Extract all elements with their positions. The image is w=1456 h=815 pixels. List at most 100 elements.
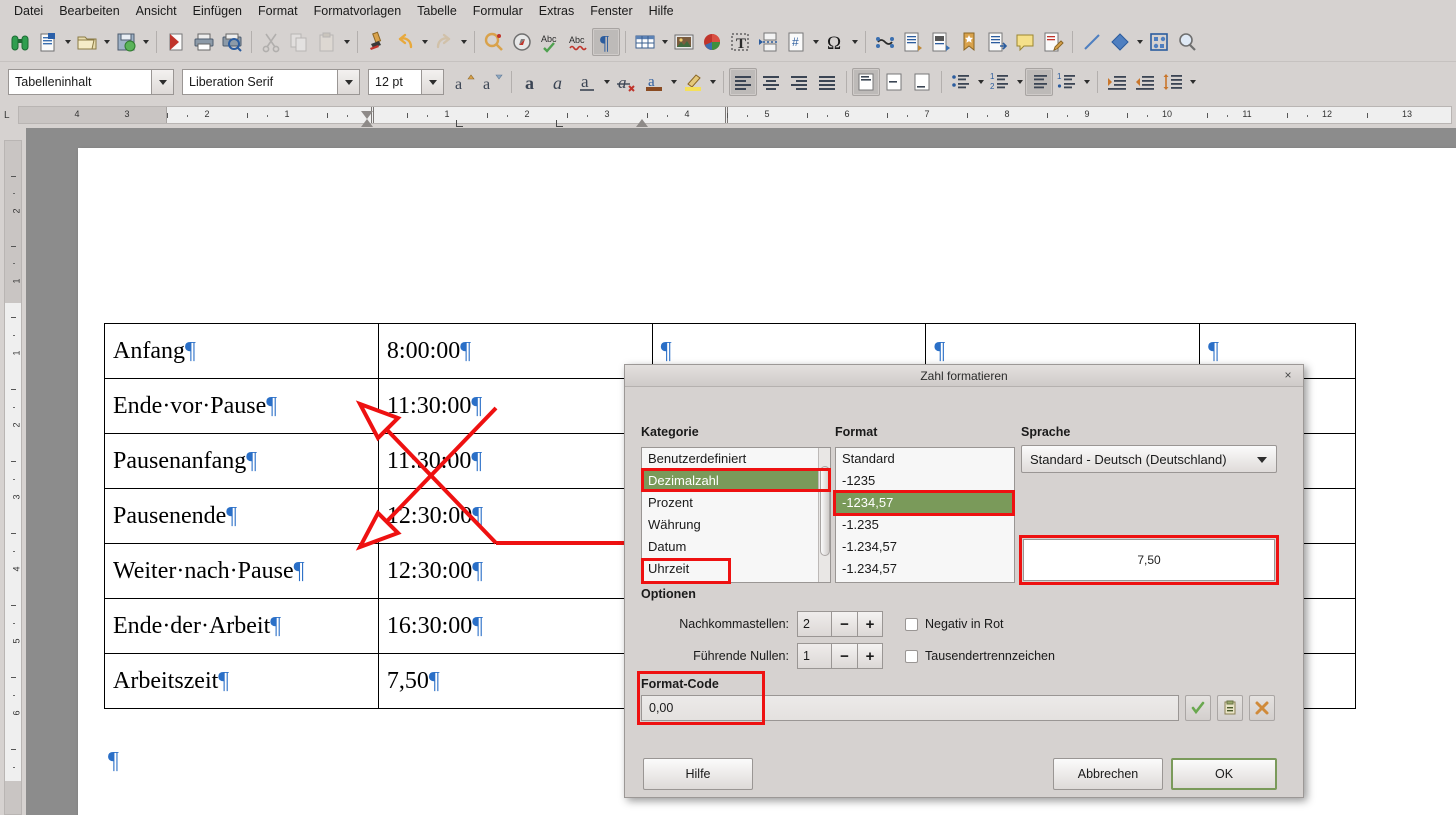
table-cell-label[interactable]: Ende·der·Arbeit¶ (105, 599, 379, 654)
first-line-indent-marker[interactable] (361, 111, 373, 119)
save-dropdown-arrow[interactable] (140, 28, 151, 56)
table-cell-label[interactable]: Weiter·nach·Pause¶ (105, 544, 379, 599)
font-color-icon[interactable]: a (640, 68, 668, 96)
redo-dropdown-arrow[interactable] (458, 28, 469, 56)
add-format-icon[interactable] (1217, 695, 1243, 721)
special-character-icon[interactable]: Ω (821, 28, 849, 56)
horizontal-ruler-track[interactable]: 4 3 2 1 1 2 3 4 5 6 7 8 9 10 11 12 13 (18, 106, 1452, 124)
menu-tabelle[interactable]: Tabelle (409, 2, 465, 20)
fuehrende-nullen-input[interactable]: 1 (797, 643, 831, 669)
align-left-icon[interactable] (729, 68, 757, 96)
insert-image-icon[interactable] (670, 28, 698, 56)
cut-icon[interactable] (257, 28, 285, 56)
abbrechen-button[interactable]: Abbrechen (1053, 758, 1163, 790)
fuehrende-nullen-increment-button[interactable]: + (857, 643, 883, 669)
ordered-list-icon[interactable]: 1 2 (986, 68, 1014, 96)
font-name-dropdown-arrow[interactable] (337, 70, 359, 94)
nachkommastellen-increment-button[interactable]: + (857, 611, 883, 637)
tab-stop-selector[interactable]: L (4, 110, 10, 121)
page-break-icon[interactable] (754, 28, 782, 56)
formatting-marks-icon[interactable]: ¶ (592, 28, 620, 56)
menu-hilfe[interactable]: Hilfe (641, 2, 682, 20)
table-cell-label[interactable]: Pausenanfang¶ (105, 434, 379, 489)
insert-hyperlink-icon[interactable] (871, 28, 899, 56)
kategorie-item-datum[interactable]: Datum (642, 536, 818, 558)
table-cell-label[interactable]: Arbeitszeit¶ (105, 654, 379, 709)
fuehrende-nullen-decrement-button[interactable]: − (831, 643, 857, 669)
align-top-icon[interactable] (852, 68, 880, 96)
insert-chart-icon[interactable] (698, 28, 726, 56)
table-cell-label[interactable]: Pausenende¶ (105, 489, 379, 544)
close-icon[interactable]: × (1281, 368, 1295, 382)
save-icon[interactable] (112, 28, 140, 56)
vertical-ruler-track[interactable]: 2 1 1 2 3 4 5 6 (4, 140, 22, 815)
paste-dropdown-arrow[interactable] (341, 28, 352, 56)
no-list-icon[interactable] (1025, 68, 1053, 96)
unordered-list-dropdown-arrow[interactable] (975, 68, 986, 96)
format-number-dialog[interactable]: Zahl formatieren × Kategorie Benutzerdef… (624, 364, 1304, 798)
menu-formatvorlagen[interactable]: Formatvorlagen (306, 2, 410, 20)
highlight-color-dropdown-arrow[interactable] (707, 68, 718, 96)
text-box-icon[interactable]: T (726, 28, 754, 56)
zoom-icon[interactable] (1173, 28, 1201, 56)
endnote-icon[interactable] (927, 28, 955, 56)
navigator-icon[interactable] (508, 28, 536, 56)
nachkommastellen-stepper[interactable]: 2 − + (797, 611, 883, 637)
table-cell-value[interactable]: 16:30:00¶ (378, 599, 652, 654)
table-cell-value[interactable]: 11:30:00¶ (378, 379, 652, 434)
highlight-color-icon[interactable] (679, 68, 707, 96)
format-item-thousands-1234-57[interactable]: -1.234,57 (836, 536, 1014, 558)
table-cell-value-arbeitszeit[interactable]: 7,50¶ (378, 654, 652, 709)
vertical-ruler[interactable]: 2 1 1 2 3 4 5 6 (0, 128, 26, 815)
hilfe-button[interactable]: Hilfe (643, 758, 753, 790)
sprache-select[interactable]: Standard - Deutsch (Deutschland) (1021, 445, 1277, 473)
format-item-1234-57[interactable]: -1234,57 (836, 492, 1014, 514)
paragraph-after-table[interactable]: ¶ (108, 748, 119, 775)
tausendertrennzeichen-checkbox[interactable]: Tausendertrennzeichen (905, 649, 1055, 663)
undo-dropdown-arrow[interactable] (419, 28, 430, 56)
paragraph-style-combobox[interactable]: Tabelleninhalt (8, 69, 174, 95)
undo-icon[interactable] (391, 28, 419, 56)
show-draw-functions-icon[interactable] (1145, 28, 1173, 56)
table-cell-value[interactable]: 12:30:00¶ (378, 544, 652, 599)
table-cell-value[interactable]: 8:00:00¶ (378, 324, 652, 379)
unordered-list-icon[interactable] (947, 68, 975, 96)
cross-reference-icon[interactable] (983, 28, 1011, 56)
basic-shapes-dropdown-arrow[interactable] (1134, 28, 1145, 56)
outline-list-icon[interactable]: 1 (1053, 68, 1081, 96)
kategorie-item-prozent[interactable]: Prozent (642, 492, 818, 514)
align-right-icon[interactable] (785, 68, 813, 96)
kategorie-item-benutzerdefiniert[interactable]: Benutzerdefiniert (642, 448, 818, 470)
nachkommastellen-input[interactable]: 2 (797, 611, 831, 637)
insert-field-dropdown-arrow[interactable] (810, 28, 821, 56)
negativ-in-rot-checkbox[interactable]: Negativ in Rot (905, 617, 1004, 631)
horizontal-ruler[interactable]: L 4 3 2 1 1 2 3 4 5 6 7 8 9 10 11 (0, 102, 1456, 128)
table-cell-value[interactable]: 12:30:00¶ (378, 489, 652, 544)
format-code-input[interactable]: 0,00 (641, 695, 1179, 721)
print-preview-icon[interactable] (218, 28, 246, 56)
left-indent-marker[interactable] (361, 119, 373, 127)
checkbox-box[interactable] (905, 650, 918, 663)
justify-icon[interactable] (813, 68, 841, 96)
underline-dropdown-arrow[interactable] (601, 68, 612, 96)
table-cell-value[interactable]: 11:30:00¶ (378, 434, 652, 489)
special-character-dropdown-arrow[interactable] (849, 28, 860, 56)
accept-format-icon[interactable] (1185, 695, 1211, 721)
tab-stop-marker[interactable] (556, 120, 563, 127)
bold-icon[interactable]: a (517, 68, 545, 96)
basic-shapes-icon[interactable] (1106, 28, 1134, 56)
insert-table-dropdown-arrow[interactable] (659, 28, 670, 56)
paste-icon[interactable] (313, 28, 341, 56)
increase-font-size-icon[interactable]: a (450, 68, 478, 96)
checkbox-box[interactable] (905, 618, 918, 631)
track-changes-icon[interactable] (1039, 28, 1067, 56)
kategorie-item-dezimalzahl[interactable]: Dezimalzahl (642, 470, 818, 492)
right-indent-marker[interactable] (636, 119, 648, 127)
copy-icon[interactable] (285, 28, 313, 56)
menu-formular[interactable]: Formular (465, 2, 531, 20)
comment-icon[interactable] (1011, 28, 1039, 56)
menu-format[interactable]: Format (250, 2, 306, 20)
format-item-thousands-1234-57-alt[interactable]: -1.234,57 (836, 558, 1014, 580)
decrease-indent-icon[interactable] (1131, 68, 1159, 96)
font-color-dropdown-arrow[interactable] (668, 68, 679, 96)
